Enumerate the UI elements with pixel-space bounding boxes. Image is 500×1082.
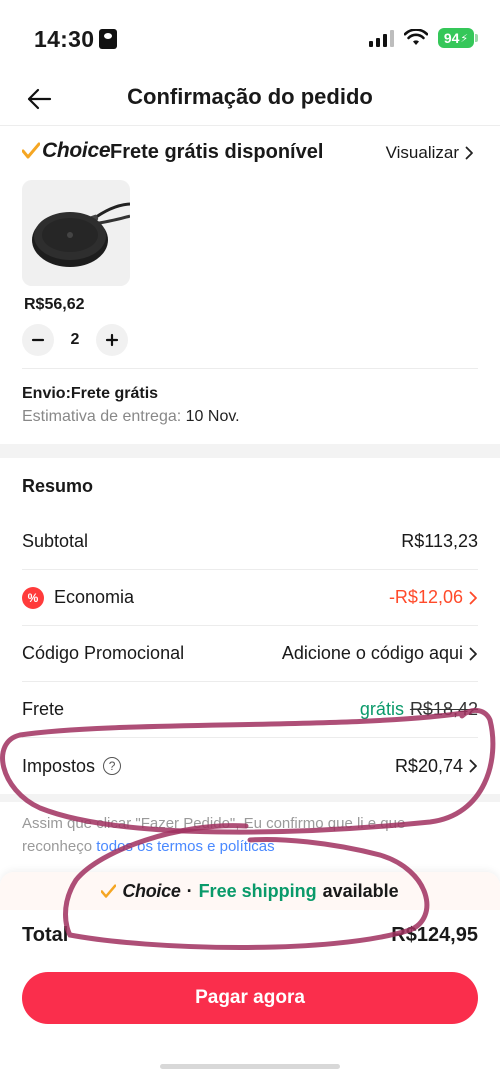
- free-shipping-text: Free shipping: [198, 880, 317, 901]
- chevron-right-icon: [465, 146, 473, 160]
- chevron-right-icon: [469, 591, 477, 604]
- pay-now-button[interactable]: Pagar agora: [22, 972, 478, 1024]
- status-bar: 14:30 94 ⚡: [0, 0, 500, 72]
- separator: ·: [186, 880, 193, 901]
- summary-title: Resumo: [22, 476, 94, 496]
- economy-right: -R$12,06: [389, 587, 478, 608]
- view-link[interactable]: Visualizar: [386, 143, 474, 163]
- product-image[interactable]: [22, 180, 130, 286]
- delivery-estimate-label: Estimativa de entrega:: [22, 408, 182, 425]
- battery-icon: 94 ⚡: [438, 28, 478, 48]
- choice-free-label: Frete grátis disponível: [110, 141, 324, 163]
- economy-label: Economia: [54, 587, 135, 607]
- economy-left: % Economia: [22, 586, 135, 609]
- section-separator: [0, 444, 500, 458]
- choice-logo: Choice: [22, 139, 111, 163]
- taxes-left: Impostos ?: [22, 755, 122, 777]
- choice-brand: Choice: [122, 880, 181, 901]
- status-icons: 94 ⚡: [369, 28, 478, 48]
- total-row: Total R$124,95: [22, 924, 478, 947]
- terms-link[interactable]: todos os termos e políticas: [96, 838, 274, 855]
- shipping-old-price: R$18,42: [409, 699, 478, 719]
- shipping-cost-label: Frete: [22, 699, 65, 719]
- signal-icon: [369, 29, 394, 47]
- wifi-icon: [404, 29, 428, 45]
- total-value: R$124,95: [391, 924, 478, 946]
- promo-code-right: Adicione o código aqui: [282, 643, 478, 664]
- page-title: Confirmação do pedido: [127, 84, 373, 109]
- shipping-cost-row: Frete grátis R$18,42: [22, 682, 478, 738]
- choice-free-shipping-banner: Choice · Free shipping available: [0, 872, 500, 910]
- promo-code-label: Código Promocional: [22, 643, 185, 663]
- charging-bolt-icon: ⚡: [460, 32, 469, 45]
- chevron-right-icon: [469, 759, 477, 773]
- home-indicator: [160, 1064, 340, 1069]
- status-time: 14:30: [34, 26, 95, 52]
- plus-icon: [105, 333, 119, 347]
- available-text: available: [322, 880, 399, 901]
- contact-card-icon: [99, 29, 117, 49]
- delivery-estimate: Estimativa de entrega: 10 Nov.: [22, 408, 240, 426]
- total-label: Total: [22, 924, 69, 946]
- chevron-right-icon: [469, 647, 477, 660]
- legal-notice: Assim que clicar "Fazer Pedido", Eu conf…: [22, 812, 478, 858]
- subtotal-row: Subtotal R$113,23: [22, 514, 478, 570]
- taxes-value: R$20,74: [394, 755, 463, 776]
- quantity-value[interactable]: 2: [54, 331, 96, 349]
- subtotal-value: R$113,23: [401, 531, 478, 551]
- section-separator: [0, 794, 500, 802]
- checkmark-icon: [101, 883, 117, 898]
- delivery-estimate-date: 10 Nov.: [185, 408, 240, 425]
- shipping-cost-right: grátis R$18,42: [360, 699, 478, 720]
- shipping-free-label: grátis: [359, 699, 404, 719]
- promo-code-row[interactable]: Código Promocional Adicione o código aqu…: [22, 626, 478, 682]
- taxes-row[interactable]: Impostos ? R$20,74: [22, 738, 478, 794]
- product-price: R$56,62: [24, 296, 85, 313]
- divider: [22, 368, 478, 369]
- decrease-quantity-button[interactable]: [22, 324, 54, 356]
- help-icon[interactable]: ?: [103, 757, 122, 775]
- choice-shipping-row: Choice Frete grátis disponível Visualiza…: [0, 126, 500, 180]
- taxes-right: R$20,74: [395, 756, 478, 777]
- checkmark-icon: [22, 142, 40, 159]
- wireless-charger-image: [22, 180, 130, 286]
- quantity-stepper: 2: [22, 324, 128, 356]
- economy-value: -R$12,06: [388, 587, 463, 607]
- minus-icon: [31, 338, 45, 342]
- promo-code-value: Adicione o código aqui: [281, 643, 463, 663]
- taxes-label: Impostos: [22, 755, 96, 776]
- discount-badge-icon: %: [22, 586, 44, 609]
- subtotal-label: Subtotal: [22, 531, 89, 551]
- navigation-bar: Confirmação do pedido: [0, 72, 500, 126]
- increase-quantity-button[interactable]: [96, 324, 128, 356]
- choice-brand: Choice: [42, 139, 111, 162]
- shipping-title: Envio:Frete grátis: [22, 385, 159, 402]
- economy-row[interactable]: % Economia -R$12,06: [22, 570, 478, 626]
- view-label: Visualizar: [385, 143, 459, 162]
- battery-level: 94: [443, 30, 460, 46]
